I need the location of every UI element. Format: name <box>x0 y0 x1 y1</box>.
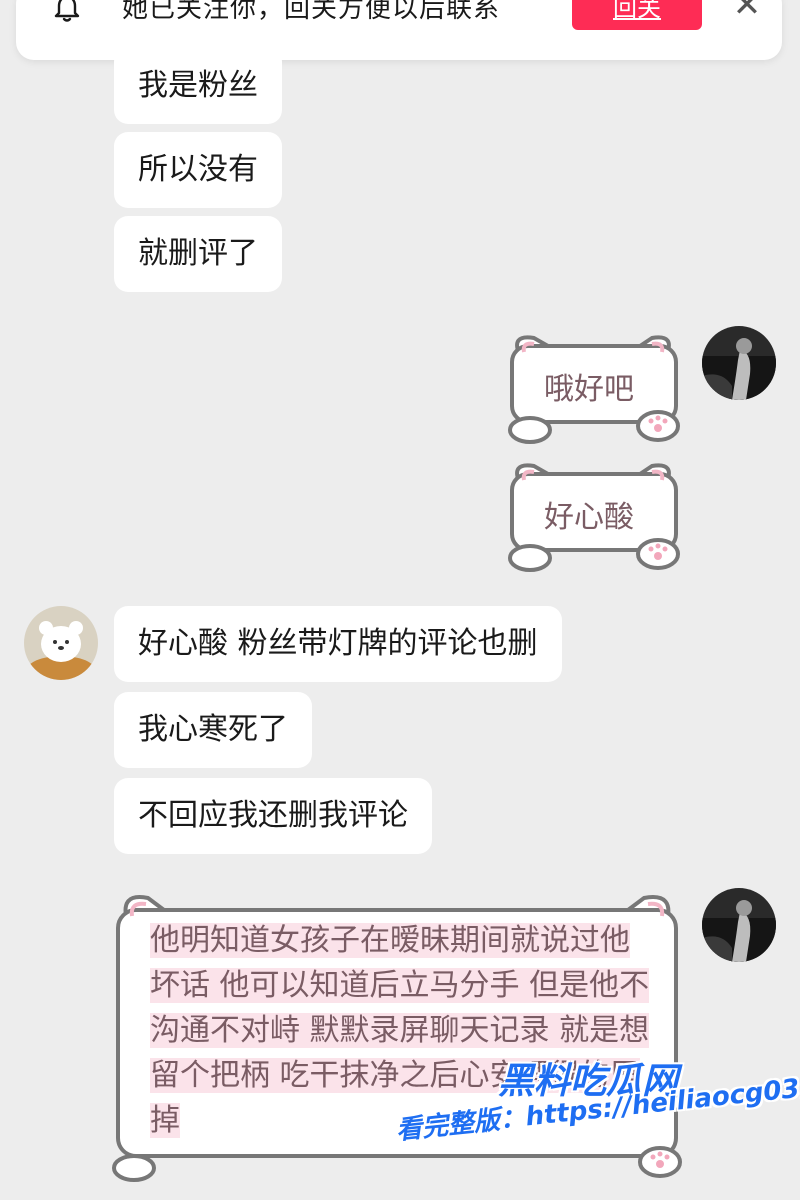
follow-back-button[interactable]: 回关 <box>572 0 702 30</box>
message-bubble: 就删评了 <box>114 216 282 292</box>
my-avatar[interactable] <box>702 888 776 962</box>
close-icon[interactable]: ✕ <box>732 0 762 22</box>
message-bubble: 不回应我还删我评论 <box>114 778 432 854</box>
message-bubble: 我是粉丝 <box>114 48 282 124</box>
bell-icon <box>54 0 80 22</box>
message-bubble: 我心寒死了 <box>114 692 312 768</box>
message-bubble: 所以没有 <box>114 132 282 208</box>
cat-message-bubble: 好心酸 <box>500 454 686 574</box>
message-bubble: 好心酸 粉丝带灯牌的评论也删 <box>114 606 562 682</box>
cat-message-text: 好心酸 <box>544 500 634 535</box>
my-avatar[interactable] <box>702 326 776 400</box>
contact-avatar[interactable] <box>24 606 98 680</box>
cat-message-bubble: 哦好吧 <box>500 326 686 446</box>
cat-message-text: 哦好吧 <box>544 372 634 407</box>
notification-text: 她已关注你，回关方便以后联系 <box>122 0 501 24</box>
